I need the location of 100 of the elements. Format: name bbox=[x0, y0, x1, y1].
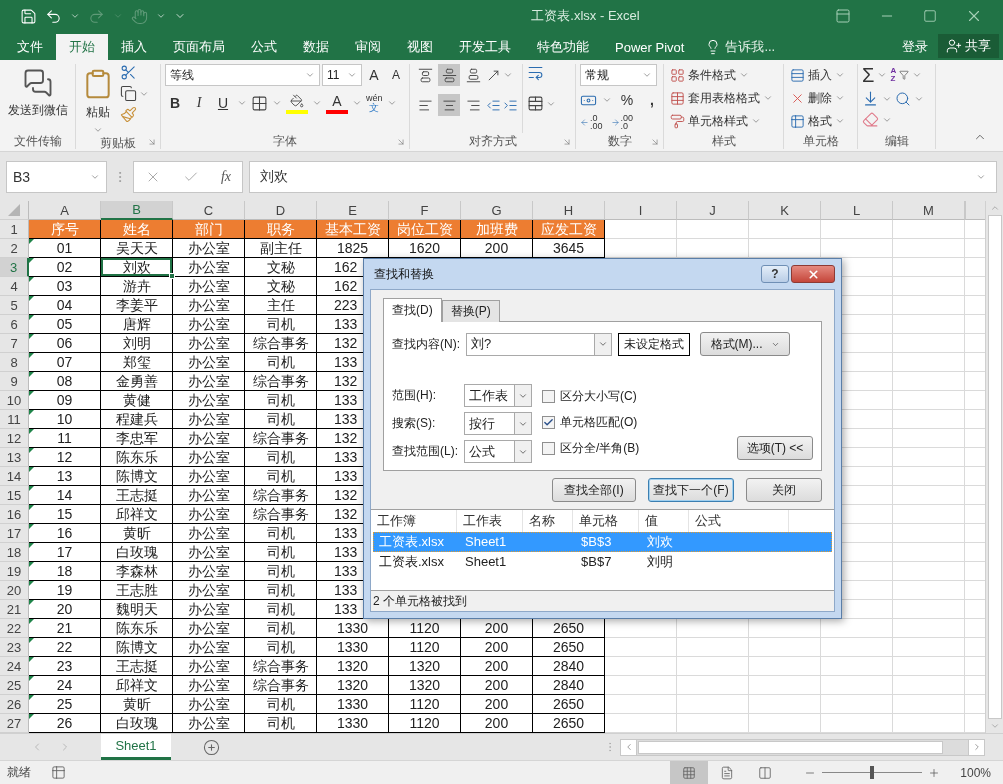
dialog-button[interactable]: 查找全部(I) bbox=[552, 478, 636, 502]
caret-icon[interactable] bbox=[312, 98, 322, 108]
checkbox[interactable] bbox=[542, 390, 555, 403]
column-header[interactable]: J bbox=[677, 201, 749, 220]
row-header[interactable]: 24 bbox=[0, 657, 29, 676]
close-button[interactable] bbox=[791, 265, 835, 283]
column-header[interactable]: L bbox=[821, 201, 893, 220]
macro-record-icon[interactable] bbox=[51, 765, 66, 780]
increase-decimal-button[interactable]: .0 .00 bbox=[580, 114, 603, 130]
zoom-level[interactable]: 100% bbox=[960, 765, 1003, 780]
ribbon-display-icon[interactable] bbox=[835, 8, 851, 24]
row-header[interactable]: 2 bbox=[0, 239, 29, 258]
maximize-icon[interactable] bbox=[923, 9, 937, 23]
caret-icon[interactable] bbox=[642, 70, 652, 80]
caret-icon[interactable] bbox=[739, 70, 749, 80]
row-header[interactable]: 18 bbox=[0, 543, 29, 562]
caret-icon[interactable] bbox=[976, 172, 986, 182]
scroll-down-icon[interactable] bbox=[989, 721, 1000, 731]
row-header[interactable]: 14 bbox=[0, 467, 29, 486]
caret-icon[interactable] bbox=[305, 70, 315, 80]
column-header[interactable]: C bbox=[173, 201, 245, 220]
italic-button[interactable]: I bbox=[189, 92, 209, 114]
font-color-button[interactable]: A bbox=[326, 92, 348, 114]
increase-indent-icon[interactable] bbox=[503, 97, 518, 113]
column-header[interactable]: H bbox=[533, 201, 605, 220]
dialog-launcher-icon[interactable] bbox=[147, 137, 157, 147]
paste-button[interactable]: 粘贴 bbox=[80, 64, 116, 135]
help-button[interactable]: ? bbox=[761, 265, 789, 283]
style-menu-button[interactable]: 条件格式 bbox=[668, 64, 775, 86]
menu-tab[interactable]: 页面布局 bbox=[160, 34, 238, 60]
shrink-font-button[interactable]: A bbox=[386, 64, 406, 86]
row-header[interactable]: 20 bbox=[0, 581, 29, 600]
fill-handle[interactable] bbox=[169, 273, 175, 279]
dialog-tab[interactable]: 查找(D) bbox=[383, 298, 442, 322]
send-to-wechat-button[interactable]: 发送到微信 bbox=[5, 64, 70, 133]
caret-icon[interactable] bbox=[912, 70, 923, 80]
row-header[interactable]: 25 bbox=[0, 676, 29, 695]
caret-icon[interactable] bbox=[237, 98, 247, 108]
caret-icon[interactable] bbox=[835, 93, 845, 103]
comma-button[interactable]: , bbox=[642, 89, 662, 111]
row-header[interactable]: 8 bbox=[0, 353, 29, 372]
share-button[interactable]: 共享 bbox=[938, 34, 999, 58]
options-button[interactable]: 选项(T) << bbox=[737, 436, 813, 460]
autosum-button[interactable]: Σ bbox=[862, 64, 875, 86]
underline-button[interactable]: U bbox=[213, 92, 233, 114]
tell-me-field[interactable]: 告诉我... bbox=[697, 34, 784, 60]
dialog-tab[interactable]: 替换(P) bbox=[441, 300, 500, 322]
row-header[interactable]: 21 bbox=[0, 600, 29, 619]
fill-color-button[interactable] bbox=[286, 92, 308, 114]
phonetic-guide-button[interactable]: wén 文 bbox=[366, 94, 383, 112]
row-header[interactable]: 6 bbox=[0, 315, 29, 334]
checkbox[interactable] bbox=[542, 442, 555, 455]
row-header[interactable]: 5 bbox=[0, 296, 29, 315]
copy-icon[interactable] bbox=[120, 85, 137, 102]
fill-down-icon[interactable] bbox=[862, 90, 879, 107]
checkbox-option[interactable]: 区分全/半角(B) bbox=[542, 440, 640, 457]
save-icon[interactable] bbox=[20, 7, 37, 25]
caret-icon[interactable] bbox=[347, 70, 357, 80]
sheet-tab[interactable]: Sheet1 bbox=[101, 733, 171, 760]
vertical-align-button[interactable] bbox=[438, 64, 460, 86]
caret-icon[interactable] bbox=[503, 70, 513, 80]
column-header[interactable]: M bbox=[893, 201, 965, 220]
row-header[interactable]: 11 bbox=[0, 410, 29, 429]
row-header[interactable]: 16 bbox=[0, 505, 29, 524]
row-header[interactable]: 22 bbox=[0, 619, 29, 638]
dialog-launcher-icon[interactable] bbox=[396, 137, 406, 147]
zoom-thumb[interactable] bbox=[870, 766, 875, 779]
wrap-text-icon[interactable] bbox=[527, 64, 544, 81]
caret-icon[interactable] bbox=[272, 98, 282, 108]
touch-mode-icon[interactable] bbox=[131, 7, 148, 25]
option-select[interactable]: 工作表 bbox=[464, 384, 532, 407]
row-header[interactable]: 17 bbox=[0, 524, 29, 543]
cells-menu-button[interactable]: 删除 bbox=[788, 87, 847, 109]
horizontal-align-button[interactable] bbox=[438, 94, 460, 116]
redo-icon[interactable] bbox=[88, 7, 105, 25]
undo-icon[interactable] bbox=[45, 7, 62, 25]
caret-icon[interactable] bbox=[113, 11, 123, 21]
decrease-decimal-button[interactable]: .00 .0 bbox=[610, 114, 634, 130]
sort-button[interactable]: A Z bbox=[890, 67, 897, 83]
caret-icon[interactable] bbox=[90, 172, 100, 182]
dialog-launcher-icon[interactable] bbox=[650, 137, 660, 147]
filter-icon[interactable] bbox=[899, 70, 910, 80]
column-header[interactable]: K bbox=[749, 201, 821, 220]
menu-tab[interactable]: 公式 bbox=[238, 34, 290, 60]
menu-tab[interactable]: Power Pivot bbox=[602, 34, 698, 60]
eraser-icon[interactable] bbox=[862, 111, 879, 128]
row-header[interactable]: 1 bbox=[0, 220, 29, 239]
style-menu-button[interactable]: 套用表格格式 bbox=[668, 87, 775, 109]
format-button[interactable]: 格式(M)... bbox=[700, 332, 790, 356]
vertical-scrollbar[interactable] bbox=[985, 201, 1003, 733]
scroll-up-icon[interactable] bbox=[989, 203, 1000, 213]
find-what-field[interactable]: 刘? bbox=[466, 332, 612, 356]
bold-button[interactable]: B bbox=[165, 92, 185, 114]
column-header[interactable]: B bbox=[101, 201, 173, 220]
cut-icon[interactable] bbox=[120, 64, 137, 81]
caret-icon[interactable] bbox=[835, 116, 845, 126]
menu-tab[interactable]: 插入 bbox=[108, 34, 160, 60]
dialog-launcher-icon[interactable] bbox=[562, 137, 572, 147]
sign-in-link[interactable]: 登录 bbox=[892, 34, 938, 60]
decrease-indent-icon[interactable] bbox=[486, 97, 501, 113]
